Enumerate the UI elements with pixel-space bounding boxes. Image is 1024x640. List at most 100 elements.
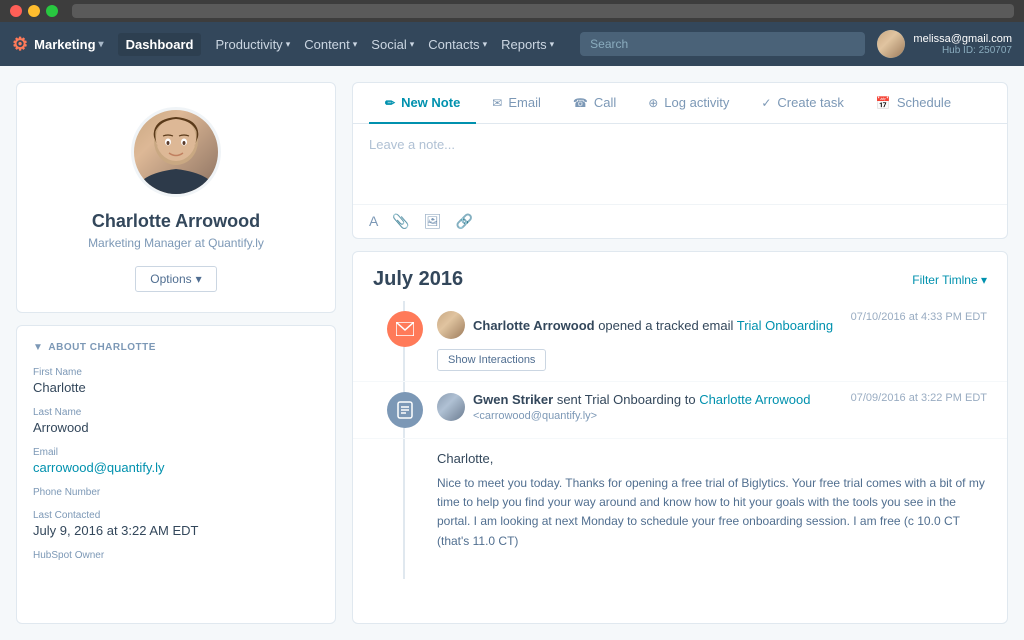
timeline-text: Charlotte Arrowood opened a tracked emai…: [473, 318, 833, 333]
productivity-caret: ▾: [286, 39, 291, 50]
profile-card: Charlotte Arrowood Marketing Manager at …: [16, 82, 336, 313]
email-value[interactable]: carrowood@quantify.ly: [33, 460, 319, 475]
timeline-item-content: Charlotte Arrowood opened a tracked emai…: [437, 311, 987, 371]
options-button[interactable]: Options ▾: [135, 266, 216, 292]
nav-dashboard[interactable]: Dashboard: [118, 33, 202, 56]
profile-title: Marketing Manager at Quantify.ly: [88, 236, 264, 250]
nav-contacts[interactable]: Contacts ▾: [428, 37, 487, 52]
attachment-icon[interactable]: 📎: [392, 213, 409, 230]
log-icon: ⊕: [648, 96, 658, 110]
note-placeholder: Leave a note...: [369, 137, 455, 152]
title-bar: [0, 0, 1024, 22]
tab-log-activity[interactable]: ⊕ Log activity: [632, 83, 745, 124]
charlotte-avatar: [437, 311, 465, 339]
timeline-items: Charlotte Arrowood opened a tracked emai…: [353, 301, 1007, 579]
user-menu[interactable]: melissa@gmail.com Hub ID: 250707: [877, 30, 1012, 58]
gwen-avatar: [437, 393, 465, 421]
timeline-actor-row: Charlotte Arrowood opened a tracked emai…: [437, 311, 833, 339]
email-sub: <carrowood@quantify.ly>: [473, 410, 597, 422]
close-dot[interactable]: [10, 5, 22, 17]
schedule-label: Schedule: [897, 95, 951, 110]
reports-caret: ▾: [550, 39, 555, 50]
task-label: Create task: [777, 95, 843, 110]
avatar-svg: [136, 109, 216, 194]
recipient-link[interactable]: Charlotte Arrowood: [699, 392, 810, 407]
avatar-image: [877, 30, 905, 58]
email-tab-icon: ✉: [492, 96, 502, 110]
left-panel: Charlotte Arrowood Marketing Manager at …: [16, 82, 336, 624]
nav-brand[interactable]: Marketing ▾: [34, 37, 103, 52]
field-hubspot-owner: HubSpot Owner: [33, 550, 319, 561]
search-input[interactable]: [580, 32, 865, 56]
first-name-value: Charlotte: [33, 380, 319, 395]
actor-name: Charlotte Arrowood: [473, 318, 595, 333]
contacts-caret: ▾: [483, 39, 488, 50]
last-contacted-value: July 9, 2016 at 3:22 AM EDT: [33, 523, 319, 538]
timeline-row: Charlotte Arrowood opened a tracked emai…: [437, 311, 987, 339]
options-label: Options: [150, 272, 191, 286]
hub-id: Hub ID: 250707: [913, 45, 1012, 56]
image-icon[interactable]: 🖼: [424, 213, 442, 230]
nav-content[interactable]: Content ▾: [304, 37, 357, 52]
nav-reports[interactable]: Reports ▾: [501, 37, 554, 52]
doc-event-icon: [387, 392, 423, 428]
brand-caret: ▾: [99, 39, 104, 50]
note-tabs: ✏ New Note ✉ Email ☎ Call ⊕ Log activity…: [353, 83, 1007, 124]
email-event-icon: [387, 311, 423, 347]
text-format-icon[interactable]: A: [369, 213, 378, 230]
options-caret: ▾: [196, 272, 202, 286]
timeline-month: July 2016: [373, 268, 463, 291]
new-note-icon: ✏: [385, 96, 395, 110]
right-panel: ✏ New Note ✉ Email ☎ Call ⊕ Log activity…: [352, 82, 1008, 624]
profile-avatar: [131, 107, 221, 197]
event-time: 07/10/2016 at 4:33 PM EDT: [851, 311, 987, 323]
email-greeting: Charlotte,: [437, 451, 987, 466]
timeline-header: July 2016 Filter Timlne ▾: [353, 252, 1007, 301]
call-label: Call: [594, 95, 616, 110]
avatar: [877, 30, 905, 58]
timeline-item: Charlotte Arrowood opened a tracked emai…: [353, 301, 1007, 382]
user-email: melissa@gmail.com: [913, 33, 1012, 45]
email-tab-label: Email: [508, 95, 541, 110]
show-interactions-button[interactable]: Show Interactions: [437, 349, 546, 371]
new-note-label: New Note: [401, 95, 460, 110]
tab-schedule[interactable]: 📅 Schedule: [860, 83, 967, 124]
timeline-text: Gwen Striker sent Trial Onboarding to Ch…: [473, 392, 810, 422]
log-label: Log activity: [664, 95, 729, 110]
content-caret: ▾: [353, 39, 358, 50]
timeline-item: Gwen Striker sent Trial Onboarding to Ch…: [353, 382, 1007, 439]
timeline-card: July 2016 Filter Timlne ▾: [352, 251, 1008, 624]
search-container: [580, 32, 865, 56]
timeline-filter-button[interactable]: Filter Timlne ▾: [912, 273, 987, 287]
tab-create-task[interactable]: ✓ Create task: [745, 83, 860, 124]
social-caret: ▾: [410, 39, 415, 50]
main-content: Charlotte Arrowood Marketing Manager at …: [0, 66, 1024, 640]
call-icon: ☎: [573, 96, 588, 110]
field-first-name: First Name Charlotte: [33, 367, 319, 395]
brand-label: Marketing: [34, 37, 95, 52]
timeline-actor-row: Gwen Striker sent Trial Onboarding to Ch…: [437, 392, 810, 422]
last-contacted-label: Last Contacted: [33, 510, 319, 521]
timeline-item-content: Gwen Striker sent Trial Onboarding to Ch…: [437, 392, 987, 426]
task-icon: ✓: [761, 96, 771, 110]
note-textarea[interactable]: Leave a note...: [353, 124, 1007, 204]
note-toolbar: A 📎 🖼 🔗: [353, 204, 1007, 238]
link-icon[interactable]: 🔗: [456, 213, 473, 230]
tab-new-note[interactable]: ✏ New Note: [369, 83, 476, 124]
field-email: Email carrowood@quantify.ly: [33, 447, 319, 475]
field-phone: Phone Number: [33, 487, 319, 498]
nav-productivity[interactable]: Productivity ▾: [215, 37, 290, 52]
email-link[interactable]: Trial Onboarding: [737, 318, 833, 333]
greeting-text: Charlotte,: [437, 451, 493, 466]
actor-name: Gwen Striker: [473, 392, 553, 407]
tab-call[interactable]: ☎ Call: [557, 83, 632, 124]
email-svg-icon: [396, 322, 414, 336]
maximize-dot[interactable]: [46, 5, 58, 17]
nav-social[interactable]: Social ▾: [371, 37, 414, 52]
phone-label: Phone Number: [33, 487, 319, 498]
action-text: opened a tracked email: [598, 318, 737, 333]
schedule-icon: 📅: [876, 96, 891, 110]
minimize-dot[interactable]: [28, 5, 40, 17]
show-interactions-row: Show Interactions: [437, 343, 987, 371]
tab-email[interactable]: ✉ Email: [476, 83, 557, 124]
